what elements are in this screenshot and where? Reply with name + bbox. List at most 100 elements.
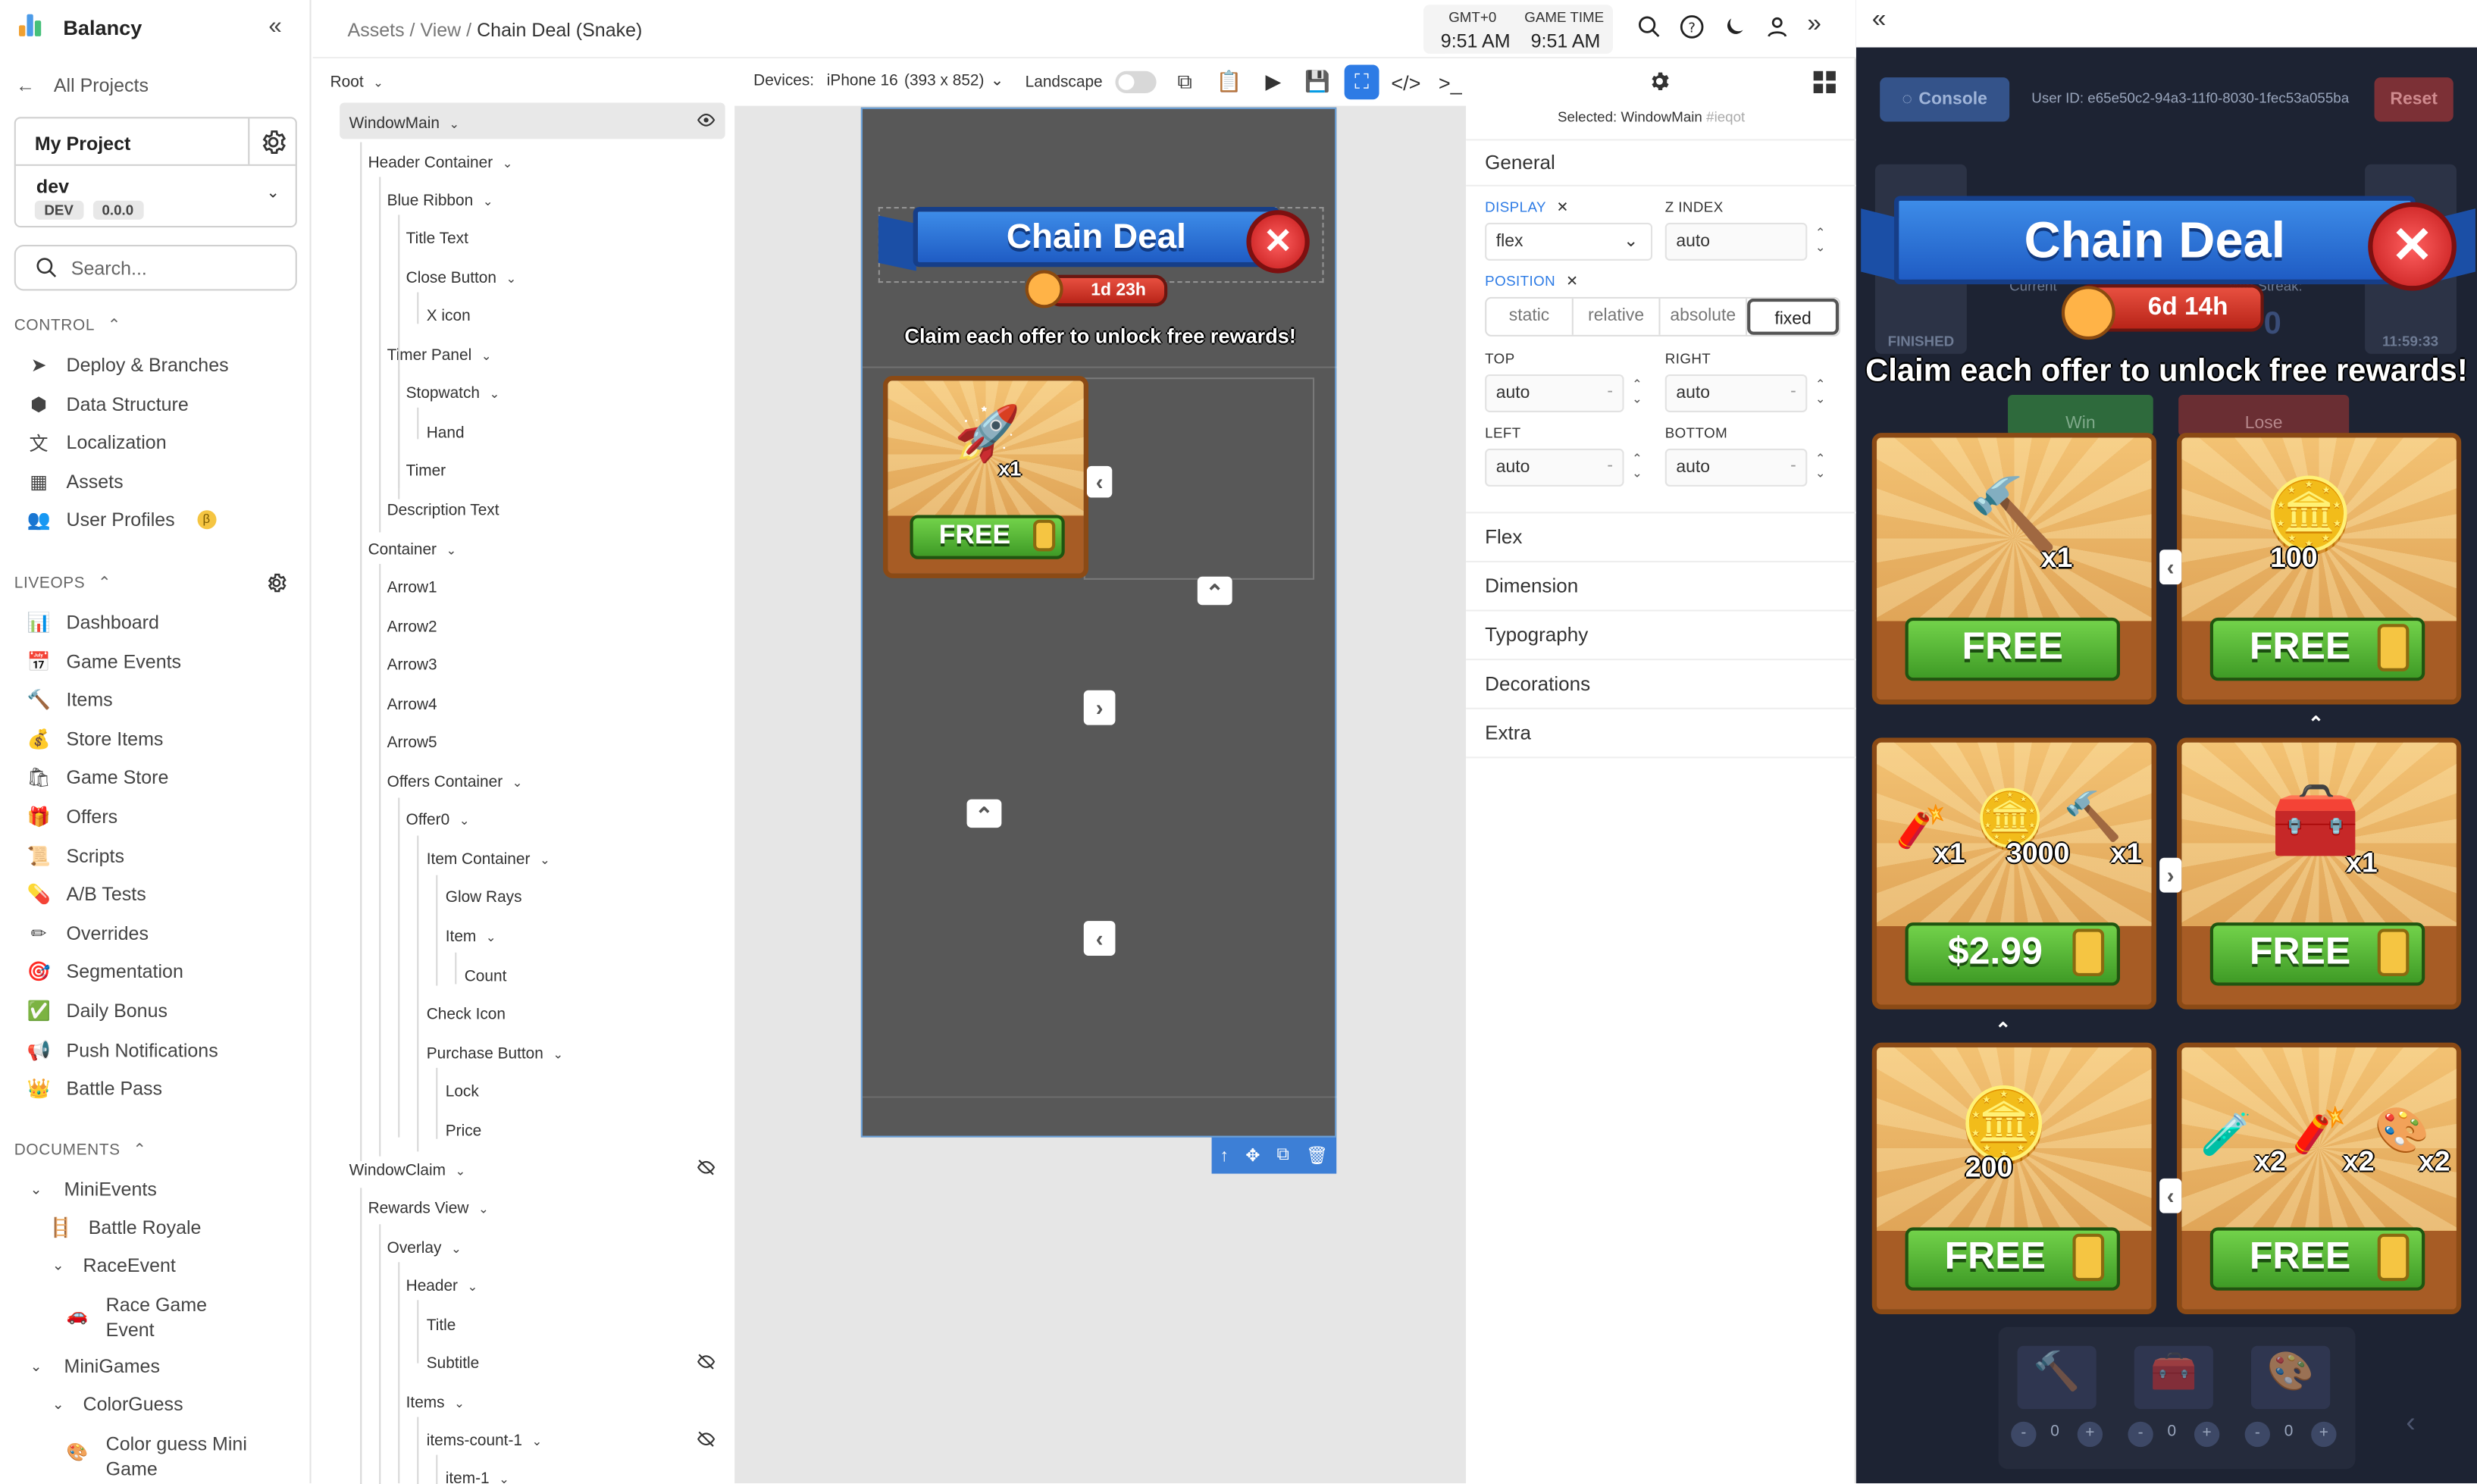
tree-node-price[interactable]: Price (446, 1119, 482, 1144)
position-absolute[interactable]: absolute (1660, 298, 1748, 335)
preview-arrow1-left[interactable]: ‹ (2159, 549, 2182, 585)
preview-arrow4-up[interactable]: ⌃ (1986, 1017, 2021, 1041)
save-icon[interactable]: 💾 (1300, 64, 1335, 99)
arrow1-left[interactable]: ‹ (1086, 465, 1113, 498)
tree-node-stopwatch[interactable]: Stopwatch ⌄ (406, 380, 500, 405)
nav-offers[interactable]: 🎁 Offers (27, 803, 117, 831)
tree-node-offer0[interactable]: Offer0 ⌄ (406, 807, 470, 832)
nav-localization[interactable]: 文 Localization (27, 428, 167, 457)
nav-store-items[interactable]: 💰 Store Items (27, 725, 163, 753)
nav-user-profiles[interactable]: 👥 User Profiles β (27, 506, 216, 534)
paste-icon[interactable]: 📋 (1212, 64, 1247, 99)
collapse-sidebar-icon[interactable]: « (268, 13, 281, 39)
nav-deploy-branches[interactable]: ➤ Deploy & Branches (27, 351, 229, 380)
tree-node-windowmain[interactable]: WindowMain ⌄ (349, 111, 460, 136)
zindex-stepper[interactable]: ⌃ ⌄ (1815, 226, 1826, 255)
nav-a-b-tests[interactable]: 💊 A/B Tests (27, 880, 146, 909)
nav-push-notifications[interactable]: 📢 Push Notifications (27, 1035, 218, 1064)
liveops-section-header[interactable]: LIVEOPS ⌃ (14, 575, 111, 593)
tree-node-arrow3[interactable]: Arrow3 (387, 653, 437, 678)
doc-battle-royale[interactable]: 🪜 Battle Royale (49, 1213, 202, 1242)
doc-color-guess-mini-game[interactable]: Color guess Mini Game (106, 1431, 247, 1482)
close-button[interactable]: ✕ (1246, 210, 1310, 274)
move-icon[interactable]: ✥ (1245, 1145, 1260, 1166)
nav-segmentation[interactable]: 🎯 Segmentation (27, 958, 183, 987)
tree-node-items[interactable]: Items ⌄ (406, 1390, 465, 1415)
tree-node-items-count-1[interactable]: items-count-1 ⌄ (427, 1428, 543, 1453)
tree-node-x-icon[interactable]: X icon (427, 303, 471, 328)
trash-icon[interactable]: 🗑 (1306, 1145, 1328, 1166)
code-icon[interactable]: </> (1389, 64, 1423, 99)
offer0[interactable]: 🚀 x1 FREE (883, 376, 1089, 578)
tree-node-close-button[interactable]: Close Button ⌄ (406, 265, 517, 290)
gear-icon[interactable] (1648, 70, 1671, 93)
tree-node-item-1[interactable]: item-1 ⌄ (446, 1466, 509, 1484)
doc-race-game-event[interactable]: Race Game Event (106, 1292, 207, 1343)
tree-node-item[interactable]: Item ⌄ (446, 924, 496, 949)
crumb-assets[interactable]: Assets (348, 19, 405, 41)
tree-node-description-text[interactable]: Description Text (387, 498, 499, 523)
tree-node-arrow4[interactable]: Arrow4 (387, 692, 437, 717)
position-relative[interactable]: relative (1574, 298, 1661, 335)
nav-game-store[interactable]: 🛍 Game Store (27, 763, 168, 792)
preview-arrow5-left[interactable]: ‹ (2159, 1178, 2182, 1213)
nav-daily-bonus[interactable]: ✅ Daily Bonus (27, 997, 168, 1025)
tree-node-rewards-view[interactable]: Rewards View ⌄ (368, 1196, 489, 1221)
tree-node-timer[interactable]: Timer (406, 458, 446, 483)
doc-folder-minigames[interactable]: ⌄ MiniGames (30, 1352, 160, 1381)
tree-node-lock[interactable]: Lock (446, 1079, 479, 1104)
tree-node-glow-rays[interactable]: Glow Rays (446, 884, 522, 909)
phone-frame[interactable]: Chain Deal ✕ 1d 23h Claim each offer to … (860, 107, 1339, 1138)
section-decorations[interactable]: Decorations (1485, 673, 1590, 695)
section-general[interactable]: General (1485, 152, 1555, 174)
reset-button[interactable]: Reset (2374, 77, 2454, 122)
right-input[interactable]: auto - (1664, 374, 1808, 412)
preview-offer-3[interactable]: 🧰 x1 FREE (2177, 737, 2462, 1010)
clear-display-icon[interactable]: ✕ (1557, 199, 1569, 215)
nav-dashboard[interactable]: 📊 Dashboard (27, 608, 158, 637)
nav-battle-pass[interactable]: 👑 Battle Pass (27, 1075, 162, 1104)
preview-arrow2-up[interactable]: ⌃ (2299, 711, 2334, 734)
arrow-up-icon[interactable]: ↑ (1220, 1146, 1229, 1165)
section-typography[interactable]: Typography (1485, 624, 1588, 646)
arrow5-left[interactable]: ‹ (1083, 921, 1116, 956)
all-projects-link[interactable]: ← All Projects (16, 74, 149, 96)
eye-off-icon[interactable] (697, 1158, 716, 1177)
tree-node-arrow5[interactable]: Arrow5 (387, 730, 437, 755)
tree-node-hand[interactable]: Hand (427, 420, 465, 445)
preview-offer-5[interactable]: 🧪 🧨 🎨 x2 x2 x2 FREE (2177, 1042, 2462, 1315)
copy-icon[interactable]: ⧉ (1167, 64, 1202, 99)
tree-node-subtitle[interactable]: Subtitle (427, 1351, 480, 1376)
dark-mode-moon-icon[interactable] (1722, 14, 1747, 39)
liveops-settings-button[interactable] (265, 571, 287, 598)
preview-offer-0[interactable]: 🔨 x1 FREE (1871, 433, 2156, 705)
arrow3-right[interactable]: › (1083, 690, 1116, 725)
tree-node-arrow2[interactable]: Arrow2 (387, 615, 437, 640)
expand-panel-icon[interactable]: » (1807, 12, 1821, 39)
preview-close-button[interactable]: ✕ (2368, 202, 2457, 291)
select-frame-icon[interactable]: ⛶ (1344, 64, 1379, 100)
tree-node-windowclaim[interactable]: WindowClaim ⌄ (349, 1158, 466, 1183)
top-input[interactable]: auto - (1485, 374, 1624, 412)
nav-assets[interactable]: ▦ Assets (27, 468, 123, 496)
preview-offer-2[interactable]: 🧨 🪙 🔨 x1 3000 x1 $2.99 (1871, 737, 2156, 1010)
section-dimension[interactable]: Dimension (1485, 575, 1578, 597)
doc-folder-minievents[interactable]: ⌄ MiniEvents (30, 1176, 157, 1204)
bottom-stepper[interactable]: ⌃ ⌄ (1815, 452, 1826, 481)
tree-node-check-icon[interactable]: Check Icon (427, 1001, 506, 1026)
landscape-switch[interactable] (1115, 70, 1157, 93)
chevron-down-icon[interactable]: ⌄ (266, 185, 279, 202)
layout-grid-icon[interactable] (1813, 70, 1836, 93)
landscape-toggle[interactable]: Landscape (1026, 70, 1157, 93)
tree-root[interactable]: Root ⌄ (330, 70, 384, 95)
left-input[interactable]: auto - (1485, 448, 1624, 487)
project-selector[interactable]: My Project dev DEV 0.0.0 ⌄ (14, 117, 297, 228)
left-stepper[interactable]: ⌃ ⌄ (1632, 452, 1642, 481)
display-select[interactable]: flex ⌄ (1485, 222, 1653, 261)
tree-node-blue-ribbon[interactable]: Blue Ribbon ⌄ (387, 188, 493, 213)
bottom-input[interactable]: auto - (1664, 448, 1808, 487)
tree-node-arrow1[interactable]: Arrow1 (387, 575, 437, 600)
section-extra[interactable]: Extra (1485, 722, 1531, 744)
arrow4-up[interactable]: ⌃ (966, 799, 1002, 828)
project-settings-button[interactable] (248, 118, 296, 164)
